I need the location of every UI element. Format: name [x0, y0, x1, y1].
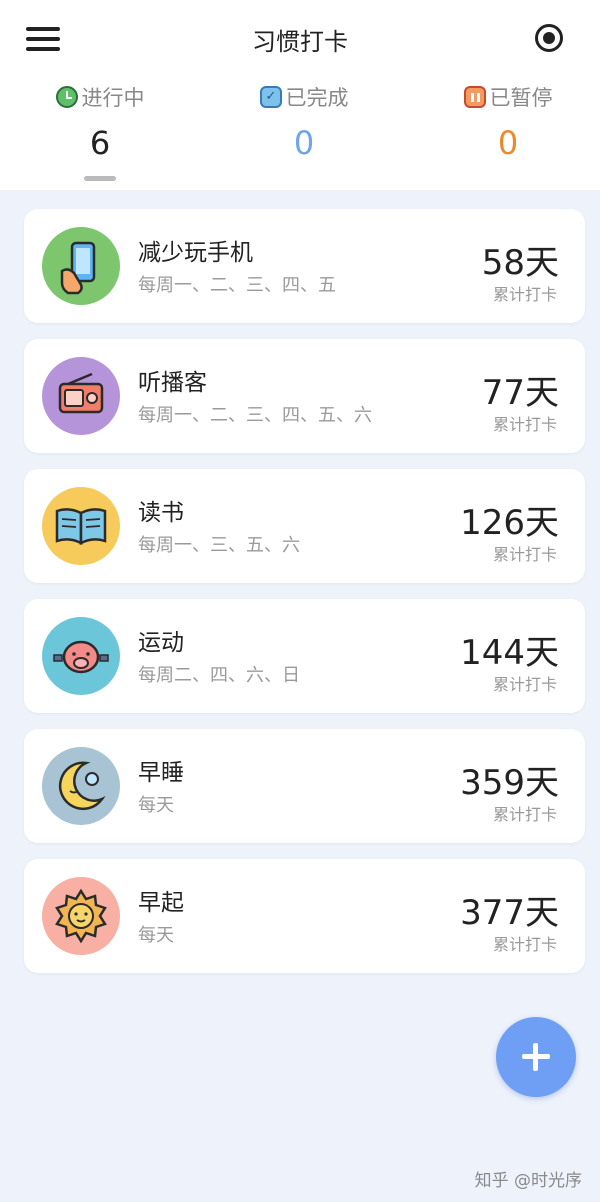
habit-days: 144天 — [460, 633, 559, 673]
tab-label: 已暂停 — [489, 86, 553, 110]
pig-icon — [42, 617, 120, 695]
tab-count: 0 — [293, 124, 315, 162]
habit-card-exercise[interactable]: 运动 每周二、四、六、日 144天 累计打卡 — [24, 599, 585, 713]
watermark: 知乎 @时光序 — [474, 1171, 582, 1191]
habit-schedule: 每周一、三、五、六 — [138, 535, 300, 556]
habit-card-wake-early[interactable]: 早起 每天 377天 累计打卡 — [24, 859, 585, 973]
habit-days-label: 累计打卡 — [492, 935, 557, 954]
page-title: 习惯打卡 — [252, 28, 348, 56]
habit-name: 早起 — [138, 890, 184, 916]
habit-days-label: 累计打卡 — [492, 545, 557, 564]
habit-schedule: 每天 — [138, 795, 174, 816]
habit-name: 减少玩手机 — [138, 240, 253, 266]
clock-icon — [55, 86, 78, 108]
habit-days-label: 累计打卡 — [492, 675, 557, 694]
tab-active-indicator — [84, 176, 116, 181]
phone-hand-icon — [42, 227, 120, 305]
tab-count: 0 — [497, 124, 519, 162]
habit-days-label: 累计打卡 — [492, 285, 557, 304]
tab-paused[interactable]: 已暂停 0 — [408, 82, 600, 182]
habit-name: 听播客 — [138, 370, 207, 396]
header: 习惯打卡 进行中 6 已完成 0 已暂停 0 — [0, 0, 600, 190]
habit-days: 126天 — [460, 503, 559, 543]
sun-icon — [42, 877, 120, 955]
target-icon[interactable] — [534, 23, 564, 53]
habit-name: 早睡 — [138, 760, 184, 786]
habit-card-reading[interactable]: 读书 每周一、三、五、六 126天 累计打卡 — [24, 469, 585, 583]
habit-schedule: 每周二、四、六、日 — [138, 665, 300, 686]
habit-schedule: 每天 — [138, 925, 174, 946]
habit-days-label: 累计打卡 — [492, 415, 557, 434]
habit-card-podcast[interactable]: 听播客 每周一、二、三、四、五、六 77天 累计打卡 — [24, 339, 585, 453]
habit-days-label: 累计打卡 — [492, 805, 557, 824]
habit-card-reduce-phone[interactable]: 减少玩手机 每周一、二、三、四、五 58天 累计打卡 — [24, 209, 585, 323]
habit-days: 77天 — [481, 373, 559, 413]
tab-count: 6 — [89, 124, 111, 162]
tab-label: 进行中 — [81, 86, 145, 110]
calendar-check-icon — [259, 86, 282, 108]
book-icon — [42, 487, 120, 565]
habit-days: 377天 — [460, 893, 559, 933]
tab-completed[interactable]: 已完成 0 — [204, 82, 404, 182]
habit-days: 58天 — [481, 243, 559, 283]
habit-days: 359天 — [460, 763, 559, 803]
habit-card-sleep-early[interactable]: 早睡 每天 359天 累计打卡 — [24, 729, 585, 843]
moon-icon — [42, 747, 120, 825]
habit-name: 运动 — [138, 630, 184, 656]
tab-label: 已完成 — [285, 86, 349, 110]
habit-schedule: 每周一、二、三、四、五 — [138, 275, 336, 296]
pause-icon — [463, 86, 486, 108]
habit-schedule: 每周一、二、三、四、五、六 — [138, 405, 372, 426]
habit-name: 读书 — [138, 500, 184, 526]
tab-in-progress[interactable]: 进行中 6 — [0, 82, 200, 182]
radio-icon — [42, 357, 120, 435]
add-habit-button[interactable] — [496, 1017, 576, 1097]
